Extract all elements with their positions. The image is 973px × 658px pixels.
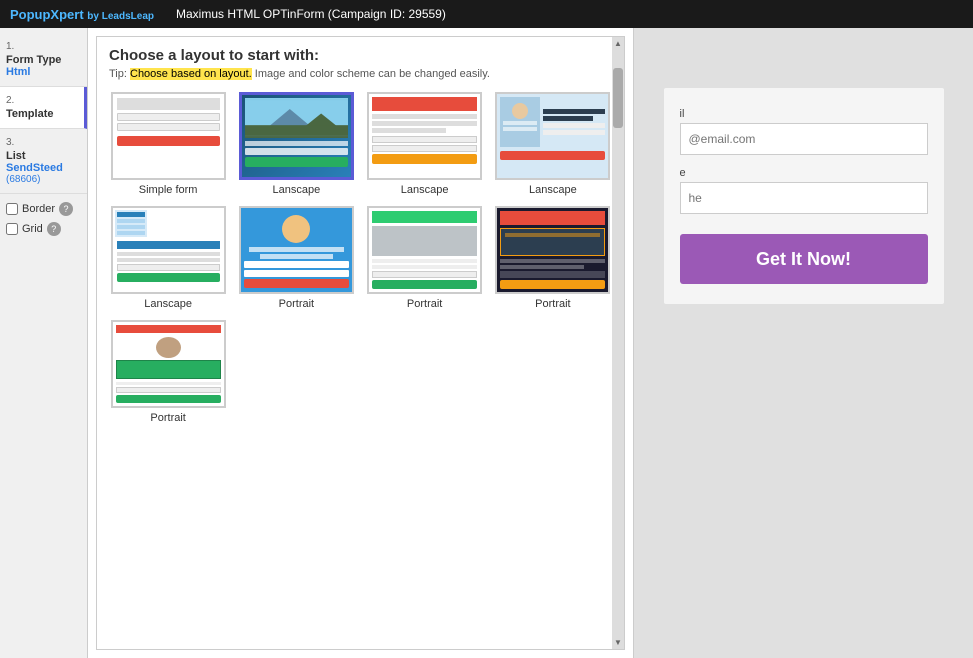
step1-label: Form Type xyxy=(6,54,81,66)
template-thumb-lanscape-1[interactable] xyxy=(239,92,354,180)
chooser-title: Choose a layout to start with: xyxy=(109,47,612,64)
step3-label: List xyxy=(6,150,81,162)
border-help-icon[interactable]: ? xyxy=(59,202,73,216)
tip-prefix: Tip: xyxy=(109,68,127,80)
tip-highlight: Choose based on layout. xyxy=(130,68,252,80)
template-label-lanscape-1: Lanscape xyxy=(273,184,321,196)
template-thumb-portrait-3[interactable] xyxy=(495,206,610,294)
template-label-lanscape-2: Lanscape xyxy=(401,184,449,196)
template-item-portrait-3[interactable]: Portrait xyxy=(494,206,612,310)
step3-sub: (68606) xyxy=(6,174,81,185)
border-option[interactable]: Border ? xyxy=(6,202,81,216)
template-label-lanscape-4: Lanscape xyxy=(144,298,192,310)
template-item-simple-form[interactable]: Simple form xyxy=(109,92,227,196)
right-panel: il e Get It Now! xyxy=(633,28,973,658)
template-scroll-area[interactable]: Simple form xyxy=(97,84,624,649)
scroll-thumb[interactable] xyxy=(613,68,623,128)
template-thumb-lanscape-3[interactable] xyxy=(495,92,610,180)
grid-option[interactable]: Grid ? xyxy=(6,222,81,236)
tip-suffix: Image and color scheme can be changed ea… xyxy=(255,68,490,80)
grid-help-icon[interactable]: ? xyxy=(47,222,61,236)
step2-num: 2. xyxy=(6,95,78,106)
step3-value: SendSteed xyxy=(6,162,81,174)
template-item-lanscape-1[interactable]: Lanscape xyxy=(237,92,355,196)
center-panel: Choose a layout to start with: Tip: Choo… xyxy=(88,28,633,658)
template-item-portrait-1[interactable]: Portrait xyxy=(237,206,355,310)
sidebar-item-form-type[interactable]: 1. Form Type Html xyxy=(0,33,87,87)
template-item-lanscape-3[interactable]: Lanscape xyxy=(494,92,612,196)
name-input[interactable] xyxy=(680,182,928,214)
email-input[interactable] xyxy=(680,123,928,155)
topbar: PopupXpert by LeadsLeap Maximus HTML OPT… xyxy=(0,0,973,28)
template-label-portrait-2: Portrait xyxy=(407,298,442,310)
chooser-header: Choose a layout to start with: Tip: Choo… xyxy=(97,37,624,84)
chooser-tip: Tip: Choose based on layout. Image and c… xyxy=(109,68,612,80)
vertical-scrollbar[interactable]: ▲ ▼ xyxy=(612,37,624,649)
template-thumb-lanscape-2[interactable] xyxy=(367,92,482,180)
email-field-group: il xyxy=(680,108,928,155)
template-item-lanscape-4[interactable]: Lanscape xyxy=(109,206,227,310)
template-thumb-portrait-4[interactable] xyxy=(111,320,226,408)
border-checkbox[interactable] xyxy=(6,203,18,215)
template-thumb-portrait-2[interactable] xyxy=(367,206,482,294)
grid-label: Grid xyxy=(22,223,43,235)
template-item-portrait-4[interactable]: Portrait xyxy=(109,320,227,424)
template-label-portrait-4: Portrait xyxy=(150,412,185,424)
templates-grid: Simple form xyxy=(109,92,612,424)
scroll-up-arrow[interactable]: ▲ xyxy=(614,39,622,48)
template-thumb-simple-form[interactable] xyxy=(111,92,226,180)
sidebar-item-list[interactable]: 3. List SendSteed (68606) xyxy=(0,129,87,194)
template-label-simple-form: Simple form xyxy=(139,184,198,196)
sidebar: 1. Form Type Html 2. Template 3. List Se… xyxy=(0,28,88,658)
template-label-portrait-1: Portrait xyxy=(279,298,314,310)
brand-name: PopupXpert xyxy=(10,7,84,22)
step1-num: 1. xyxy=(6,41,81,52)
template-label-portrait-3: Portrait xyxy=(535,298,570,310)
template-label-lanscape-3: Lanscape xyxy=(529,184,577,196)
name-label: e xyxy=(680,167,928,179)
brand-sub: by LeadsLeap xyxy=(87,11,154,22)
step1-value: Html xyxy=(6,66,81,78)
grid-checkbox[interactable] xyxy=(6,223,18,235)
border-label: Border xyxy=(22,203,55,215)
sidebar-options: Border ? Grid ? xyxy=(0,194,87,250)
template-thumb-lanscape-4[interactable] xyxy=(111,206,226,294)
campaign-title: Maximus HTML OPTinForm (Campaign ID: 295… xyxy=(176,7,446,21)
brand-logo: PopupXpert by LeadsLeap xyxy=(10,7,154,22)
cta-button[interactable]: Get It Now! xyxy=(680,234,928,284)
layout-chooser: Choose a layout to start with: Tip: Choo… xyxy=(96,36,625,650)
sidebar-item-template[interactable]: 2. Template xyxy=(0,87,87,129)
step2-label: Template xyxy=(6,108,78,120)
form-preview: il e Get It Now! xyxy=(664,88,944,304)
template-item-lanscape-2[interactable]: Lanscape xyxy=(366,92,484,196)
template-item-portrait-2[interactable]: Portrait xyxy=(366,206,484,310)
step3-num: 3. xyxy=(6,137,81,148)
scroll-down-arrow[interactable]: ▼ xyxy=(614,638,622,647)
name-field-group: e xyxy=(680,167,928,214)
template-thumb-portrait-1[interactable] xyxy=(239,206,354,294)
email-label: il xyxy=(680,108,928,120)
